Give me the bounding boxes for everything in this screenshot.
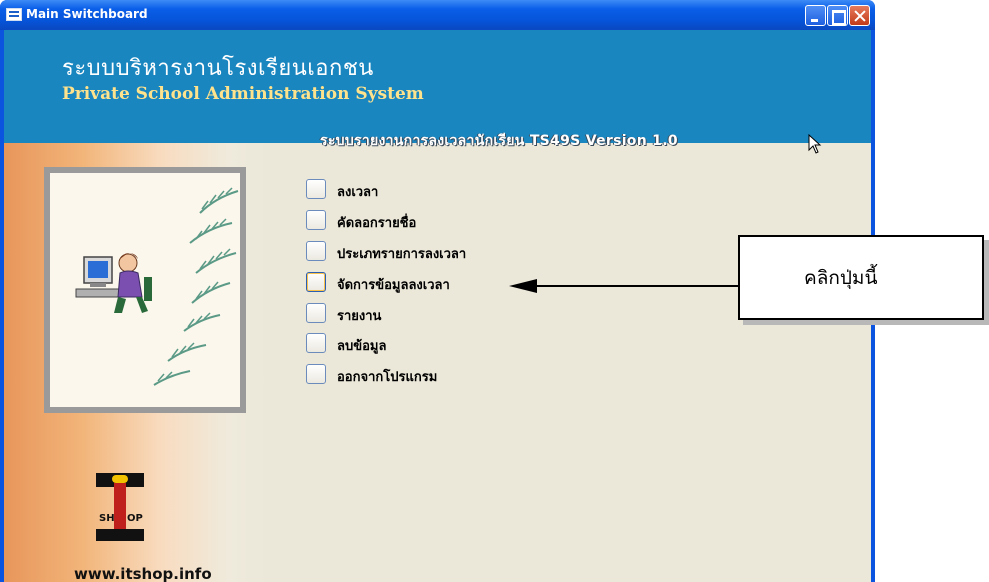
computer-user-illustration (75, 187, 239, 386)
picture-frame (44, 167, 246, 413)
menu-button[interactable] (306, 241, 326, 261)
menu-item-check-in[interactable]: ลงเวลา (306, 179, 566, 201)
menu-label: ออกจากโปรแกรม (337, 370, 438, 385)
svg-text:OP: OP (127, 513, 143, 524)
menu-item-copy-names[interactable]: คัดลอกรายชื่อ (306, 210, 566, 232)
menu-button[interactable] (306, 364, 326, 384)
header-banner: ระบบบริหารงานโรงเรียนเอกชน Private Schoo… (4, 30, 871, 143)
menu-item-delete-data[interactable]: ลบข้อมูล (306, 333, 566, 355)
menu-item-reports[interactable]: รายงาน (306, 303, 566, 325)
menu-button[interactable] (306, 333, 326, 353)
instruction-callout: คลิกปุ่มนี้ (738, 235, 984, 320)
app-title-thai: ระบบบริหารงานโรงเรียนเอกชน (62, 56, 374, 81)
app-title-english: Private School Administration System (62, 84, 424, 104)
svg-text:SH: SH (99, 513, 115, 524)
close-button[interactable] (849, 5, 870, 26)
decorative-side-panel: SH OP www.itshop.info (4, 143, 268, 582)
form-icon[interactable] (6, 8, 22, 21)
arrow-head-icon (509, 279, 537, 293)
menu-label: คัดลอกรายชื่อ (337, 216, 417, 231)
maximize-button[interactable] (827, 5, 848, 26)
menu-button[interactable] (306, 303, 326, 323)
window-title: Main Switchboard (26, 7, 148, 21)
menu-label: รายงาน (337, 309, 382, 324)
menu-label: ประเภทรายการลงเวลา (337, 247, 467, 262)
title-bar[interactable]: Main Switchboard (0, 0, 875, 30)
menu-button[interactable] (306, 210, 326, 230)
menu-label: ลบข้อมูล (337, 339, 387, 354)
menu-label: จัดการข้อมูลลงเวลา (337, 278, 450, 293)
minimize-button[interactable] (805, 5, 826, 26)
illustration (50, 173, 240, 407)
menu-item-time-types[interactable]: ประเภทรายการลงเวลา (306, 241, 566, 263)
menu-item-exit[interactable]: ออกจากโปรแกรม (306, 364, 566, 386)
menu-button[interactable] (306, 272, 326, 292)
menu-label: ลงเวลา (337, 185, 379, 200)
itshop-logo: SH OP (94, 473, 146, 543)
system-subtitle: ระบบรายงานการลงเวลานักเรียน TS49S Versio… (320, 133, 678, 149)
mouse-pointer-icon (808, 134, 822, 154)
menu-button[interactable] (306, 179, 326, 199)
callout-arrow (536, 285, 738, 287)
website-url[interactable]: www.itshop.info (74, 565, 212, 582)
callout-text: คลิกปุ่มนี้ (804, 267, 878, 289)
